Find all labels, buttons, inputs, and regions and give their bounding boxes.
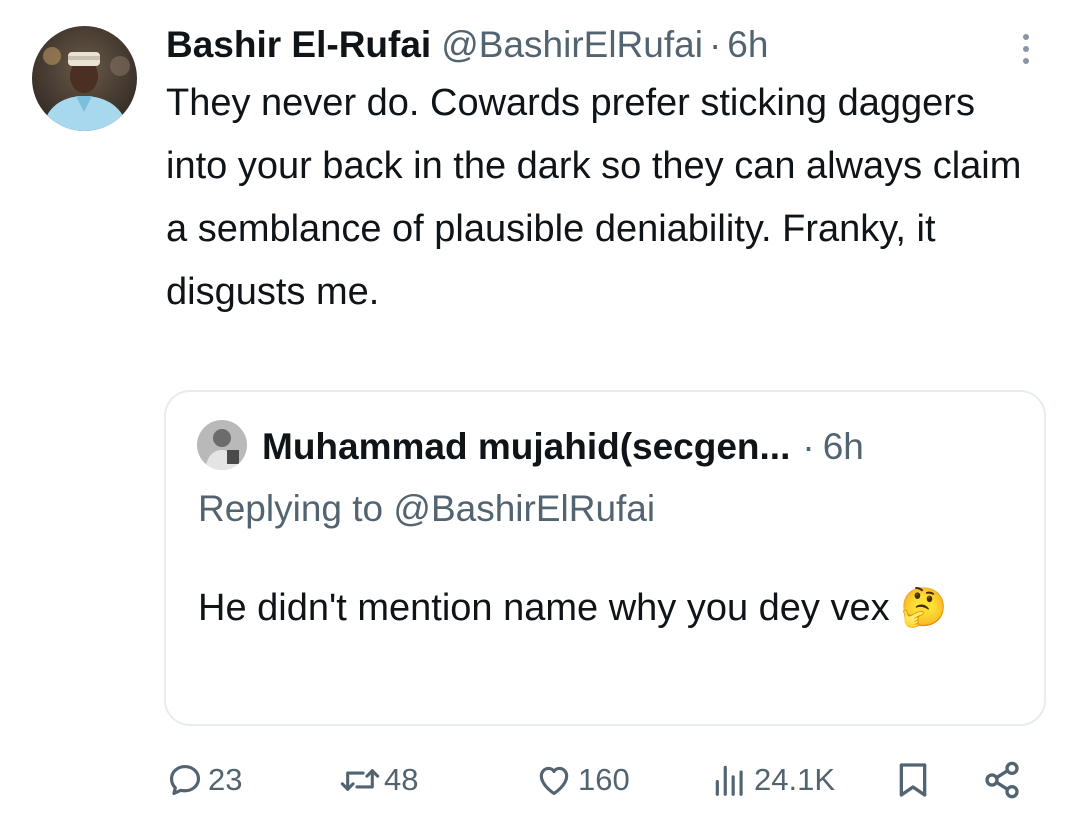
more-vertical-icon[interactable] (1008, 24, 1044, 74)
quoted-header: Muhammad mujahid(secgen... · 6h (262, 422, 864, 472)
retweet-count: 48 (384, 762, 419, 797)
share-button[interactable] (982, 750, 1022, 810)
author-handle[interactable]: @BashirElRufai (441, 20, 703, 70)
header-separator: · (708, 24, 722, 65)
bookmark-icon (899, 763, 927, 797)
views-icon (715, 765, 743, 796)
action-bar: 23 48 160 24.1K (0, 750, 1080, 810)
like-count: 160 (578, 762, 630, 797)
reply-count: 23 (208, 762, 243, 797)
quoted-tweet[interactable]: Muhammad mujahid(secgen... · 6h Replying… (164, 390, 1046, 726)
reply-button[interactable]: 23 (166, 750, 242, 810)
quoted-text: He didn't mention name why you dey vex 🤔 (198, 587, 948, 629)
tweet-text: They never do. Cowards prefer sticking d… (166, 82, 1022, 313)
reply-icon (169, 764, 201, 796)
retweet-icon (340, 769, 380, 791)
author-avatar[interactable] (32, 26, 137, 131)
quoted-author-avatar[interactable] (197, 420, 247, 470)
replying-to: Replying to @BashirElRufai (198, 488, 656, 529)
quoted-author-name: Muhammad mujahid(secgen... (262, 426, 791, 467)
tweet-header: Bashir El-Rufai @BashirElRufai · 6h (166, 20, 768, 70)
heart-icon (539, 766, 569, 796)
share-icon (985, 761, 1019, 799)
quoted-timestamp: 6h (822, 426, 864, 467)
tweet-timestamp[interactable]: 6h (727, 20, 768, 70)
bookmark-button[interactable] (893, 750, 933, 810)
views-count: 24.1K (754, 762, 836, 797)
tweet: Bashir El-Rufai @BashirElRufai · 6h They… (0, 0, 1080, 823)
views-button[interactable]: 24.1K (710, 750, 835, 810)
retweet-button[interactable]: 48 (340, 750, 418, 810)
author-display-name[interactable]: Bashir El-Rufai (166, 20, 431, 70)
like-button[interactable]: 160 (534, 750, 630, 810)
quoted-separator: · (802, 426, 815, 467)
